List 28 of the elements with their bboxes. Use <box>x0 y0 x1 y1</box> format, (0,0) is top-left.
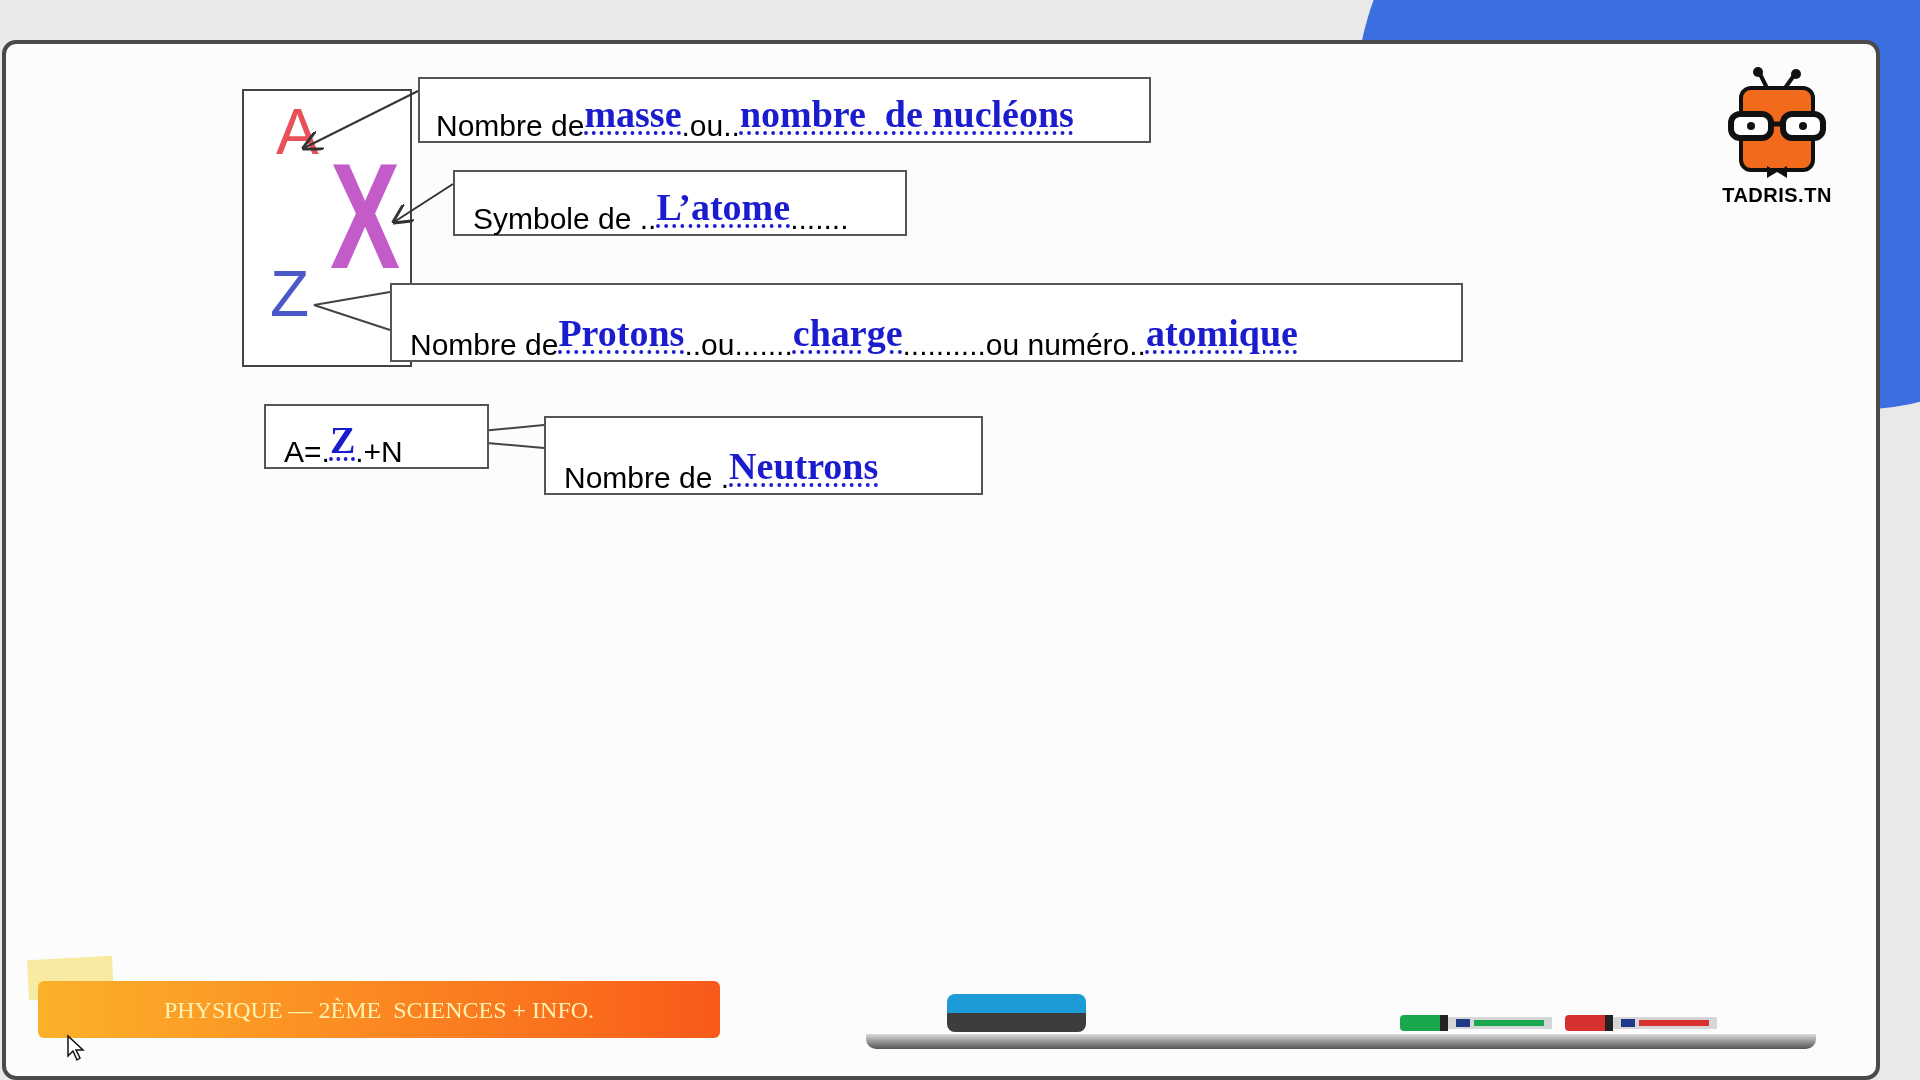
answer-text: masse <box>584 95 682 133</box>
marker-icon <box>1565 1015 1717 1031</box>
label-text: ....... <box>790 204 849 234</box>
answer-text: Protons <box>558 314 685 352</box>
banner-text: PHYSIQUE — 2ÈME SCIENCES + INFO. <box>163 995 595 1025</box>
atomic-number: Z <box>270 262 310 326</box>
logo-text: TADRIS.TN <box>1722 183 1832 208</box>
label-text: Nombre de <box>436 111 585 141</box>
answer-text: charge <box>792 314 903 352</box>
label-text: Nombre de <box>410 330 559 360</box>
eraser-icon <box>947 994 1086 1032</box>
cursor-icon <box>66 1034 86 1062</box>
label-text: .ou.. <box>681 111 740 141</box>
mass-number: A <box>276 100 319 164</box>
label-text: ..........ou numéro.. <box>902 330 1146 360</box>
answer-text: Neutrons <box>729 447 879 485</box>
element-symbol: X <box>330 160 401 273</box>
label-text: Symbole de .. <box>473 204 657 234</box>
label-text: Nombre de . <box>564 463 730 493</box>
answer-text: nombre de nucléons <box>739 95 1074 133</box>
answer-text: L’atome <box>656 188 791 226</box>
mascot-icon <box>1727 66 1827 180</box>
label-text: .+N <box>355 437 403 467</box>
answer-text: atomique <box>1145 314 1298 352</box>
label-text: A=. <box>284 437 330 467</box>
marker-icon <box>1400 1015 1552 1031</box>
answer-text: Z <box>329 421 356 459</box>
label-text: ..ou....... <box>684 330 793 360</box>
